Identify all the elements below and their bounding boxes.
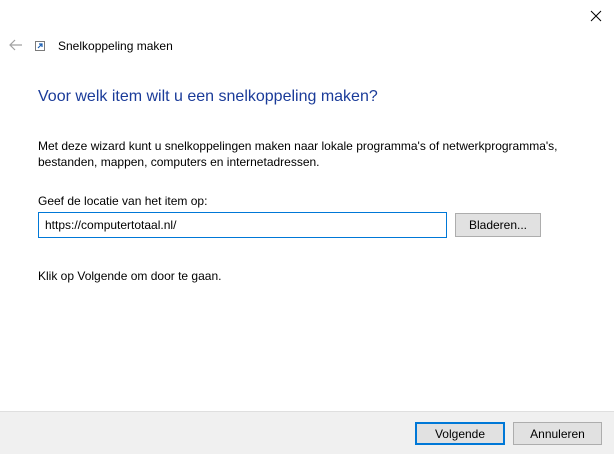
page-heading: Voor welk item wilt u een snelkoppeling …	[38, 88, 378, 105]
window-title: Snelkoppeling maken	[58, 39, 173, 53]
hint-text: Klik op Volgende om door te gaan.	[38, 269, 222, 283]
dialog-footer: Volgende Annuleren	[0, 411, 614, 454]
browse-button[interactable]: Bladeren...	[455, 213, 541, 237]
close-button[interactable]	[580, 4, 612, 28]
cancel-button[interactable]: Annuleren	[513, 422, 602, 445]
create-shortcut-dialog: Snelkoppeling maken Voor welk item wilt …	[0, 0, 614, 454]
close-icon	[590, 10, 602, 22]
back-arrow-icon	[9, 39, 22, 51]
next-button[interactable]: Volgende	[415, 422, 505, 445]
shortcut-icon	[35, 41, 45, 51]
wizard-description: Met deze wizard kunt u snelkoppelingen m…	[38, 139, 558, 169]
location-input[interactable]	[38, 212, 447, 238]
back-button[interactable]	[6, 36, 26, 54]
location-label: Geef de locatie van het item op:	[38, 194, 208, 208]
